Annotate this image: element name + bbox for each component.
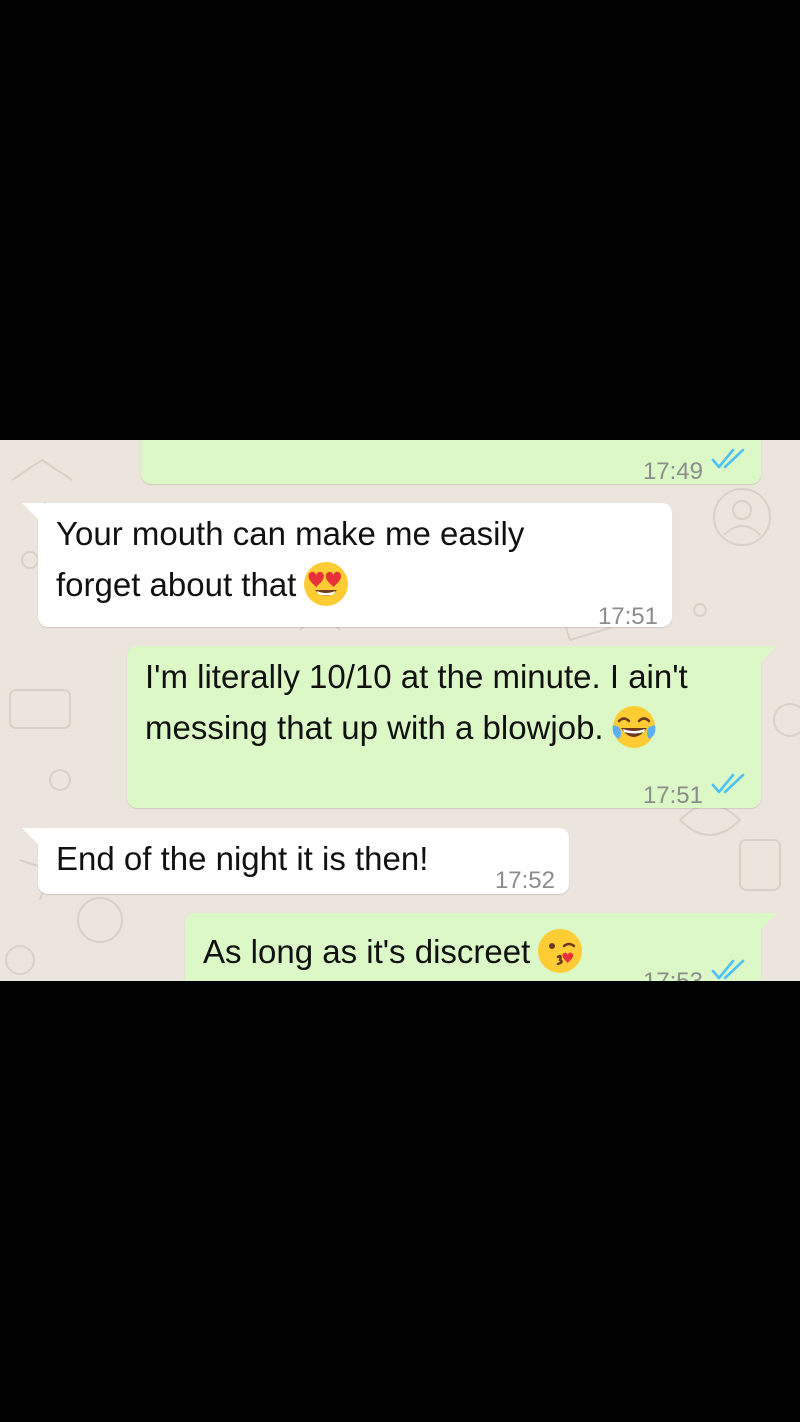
- kissing-wink-emoji-icon: [538, 929, 583, 974]
- double-check-read-icon: [711, 773, 745, 794]
- message-text-line: I'm literally 10/10 at the minute. I ain…: [145, 658, 688, 695]
- message-timestamp: 17:52: [494, 867, 555, 894]
- double-check-read-icon: [711, 448, 745, 469]
- outgoing-message-bubble[interactable]: I'm literally 10/10 at the minute. I ain…: [127, 646, 777, 809]
- heart-eyes-emoji-icon: [304, 562, 349, 607]
- bubble-tail: [755, 646, 777, 668]
- message-text-line: As long as it's discreet: [203, 926, 584, 978]
- message-text-line: End of the night it is then!: [56, 840, 429, 877]
- message-text-line: Your mouth can make me easily: [56, 515, 525, 552]
- message-timestamp: 17:53: [643, 956, 703, 981]
- bubble-tail: [755, 913, 777, 935]
- outgoing-message-bubble[interactable]: 17:49: [141, 440, 761, 485]
- message-timestamp: 17:51: [597, 603, 658, 630]
- bubble-tail: [22, 503, 44, 525]
- message-text-line: messing that up with a blowjob.: [145, 702, 658, 754]
- tears-of-joy-emoji-icon: [612, 706, 655, 749]
- message-text-line: forget about that: [56, 559, 350, 611]
- incoming-message-bubble[interactable]: End of the night it is then! 17:52: [22, 828, 569, 894]
- message-timestamp: 17:51: [642, 782, 703, 809]
- outgoing-message-bubble[interactable]: As long as it's discreet 17:53: [185, 913, 777, 981]
- chat-conversation[interactable]: 17:49 Your mouth can make me easily forg…: [0, 440, 800, 981]
- message-timestamp: 17:49: [642, 458, 703, 485]
- screenshot-frame: 17:49 Your mouth can make me easily forg…: [0, 0, 800, 1422]
- incoming-message-bubble[interactable]: Your mouth can make me easily forget abo…: [22, 503, 672, 630]
- double-check-read-icon: [711, 959, 745, 980]
- bubble-tail: [22, 828, 44, 850]
